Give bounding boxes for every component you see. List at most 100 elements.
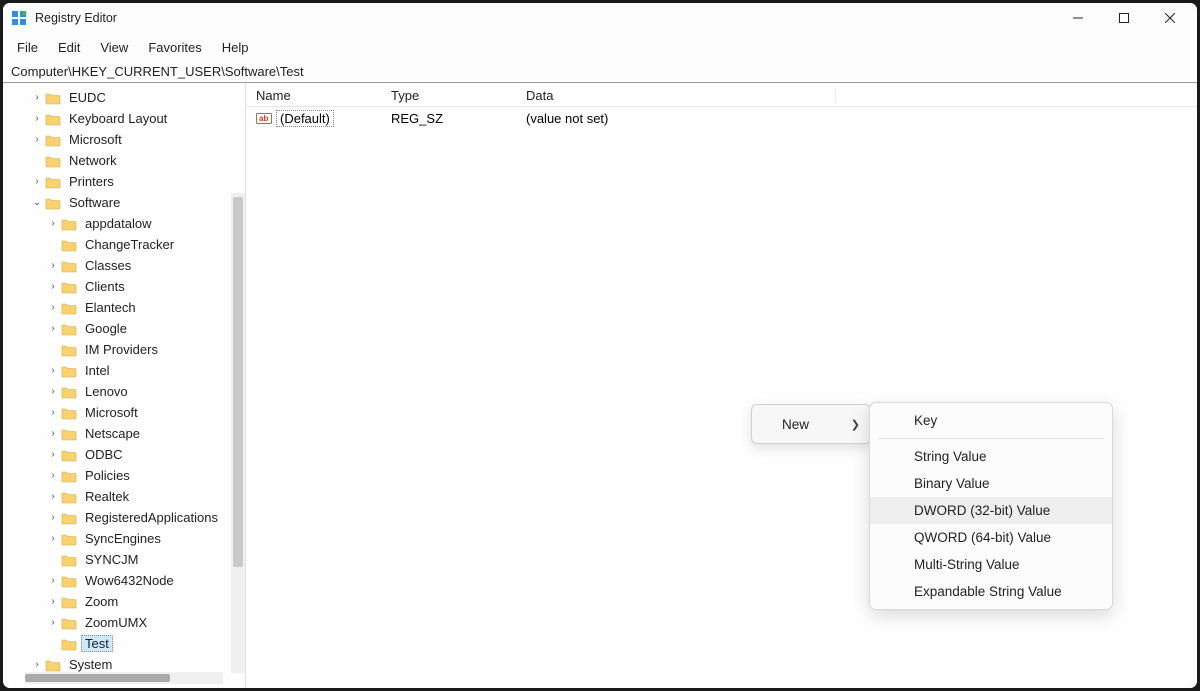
expand-icon[interactable]: › [29, 113, 45, 124]
tree-item[interactable]: SYNCJM [3, 549, 245, 570]
values-pane[interactable]: Name Type Data ab (Default) REG_SZ (valu… [246, 83, 1197, 688]
submenu-item-expandablestring-value[interactable]: Expandable String Value [870, 578, 1112, 605]
tree-item[interactable]: ›Intel [3, 360, 245, 381]
value-data: (value not set) [516, 111, 836, 126]
tree-item-label: Zoom [81, 594, 122, 609]
expand-icon[interactable]: › [45, 281, 61, 292]
tree-item[interactable]: ›RegisteredApplications [3, 507, 245, 528]
menu-help[interactable]: Help [212, 36, 259, 59]
expand-icon[interactable]: › [45, 428, 61, 439]
expand-icon[interactable]: › [45, 491, 61, 502]
menu-favorites[interactable]: Favorites [138, 36, 211, 59]
tree-item[interactable]: Test [3, 633, 245, 654]
tree-item[interactable]: ›Wow6432Node [3, 570, 245, 591]
context-menu-new[interactable]: New ❯ [752, 409, 870, 439]
expand-icon[interactable]: › [29, 176, 45, 187]
expand-icon[interactable]: › [45, 470, 61, 481]
value-row[interactable]: ab (Default) REG_SZ (value not set) [246, 107, 1197, 129]
tree-item[interactable]: › Classes [3, 255, 245, 276]
close-button[interactable] [1147, 3, 1193, 33]
menu-view[interactable]: View [90, 36, 138, 59]
column-name[interactable]: Name [246, 88, 381, 103]
maximize-button[interactable] [1101, 3, 1147, 33]
submenu-item-key[interactable]: Key [870, 407, 1112, 434]
folder-icon [61, 574, 77, 588]
context-submenu-new: Key String Value Binary Value DWORD (32-… [869, 402, 1113, 610]
tree-item[interactable]: › appdatalow [3, 213, 245, 234]
tree-item[interactable]: › Zoom [3, 591, 245, 612]
address-bar[interactable]: Computer\HKEY_CURRENT_USER\Software\Test [3, 61, 1197, 83]
tree-item[interactable]: ›EUDC [3, 87, 245, 108]
tree-item[interactable]: ›SyncEngines [3, 528, 245, 549]
tree-item-label: Network [65, 153, 121, 168]
folder-icon [61, 469, 77, 483]
collapse-icon[interactable]: ⌄ [29, 197, 45, 208]
folder-icon [45, 91, 61, 105]
expand-icon[interactable]: › [45, 323, 61, 334]
expand-icon[interactable]: › [45, 449, 61, 460]
submenu-label: DWORD (32-bit) Value [914, 503, 1050, 518]
address-text: Computer\HKEY_CURRENT_USER\Software\Test [11, 64, 304, 79]
submenu-item-binary-value[interactable]: Binary Value [870, 470, 1112, 497]
tree-item[interactable]: IM Providers [3, 339, 245, 360]
column-type[interactable]: Type [381, 88, 516, 103]
expand-icon[interactable]: › [29, 92, 45, 103]
expand-icon[interactable]: › [29, 659, 45, 670]
tree-item[interactable]: ›Printers [3, 171, 245, 192]
minimize-button[interactable] [1055, 3, 1101, 33]
expand-icon[interactable]: › [45, 533, 61, 544]
tree-item[interactable]: ›Google [3, 318, 245, 339]
folder-icon [61, 406, 77, 420]
tree-item[interactable]: ›Lenovo [3, 381, 245, 402]
expand-icon[interactable]: › [45, 596, 61, 607]
folder-icon [61, 343, 77, 357]
tree-item[interactable]: ChangeTracker [3, 234, 245, 255]
folder-icon [61, 637, 77, 651]
submenu-label: Expandable String Value [914, 584, 1062, 599]
tree-item[interactable]: › ODBC [3, 444, 245, 465]
column-data[interactable]: Data [516, 88, 836, 103]
tree-item[interactable]: ›Microsoft [3, 129, 245, 150]
expand-icon[interactable]: › [29, 134, 45, 145]
folder-icon [61, 532, 77, 546]
tree-item-label: Classes [81, 258, 135, 273]
submenu-label: QWORD (64-bit) Value [914, 530, 1051, 545]
tree-pane: ›EUDC›Keyboard Layout›MicrosoftNetwork›P… [3, 83, 246, 688]
tree-item-label: ODBC [81, 447, 127, 462]
tree-item-label: IM Providers [81, 342, 162, 357]
tree-item-label: System [65, 657, 116, 672]
tree-item-label: appdatalow [81, 216, 156, 231]
expand-icon[interactable]: › [45, 386, 61, 397]
tree-scrollbar-thumb-horizontal[interactable] [25, 674, 170, 682]
folder-icon [61, 322, 77, 336]
submenu-item-string-value[interactable]: String Value [870, 443, 1112, 470]
tree-item[interactable]: › Policies [3, 465, 245, 486]
registry-tree[interactable]: ›EUDC›Keyboard Layout›MicrosoftNetwork›P… [3, 83, 245, 688]
expand-icon[interactable]: › [45, 617, 61, 628]
tree-item[interactable]: Network [3, 150, 245, 171]
tree-scrollbar-thumb-vertical[interactable] [233, 197, 243, 567]
tree-scrollbar-vertical[interactable] [231, 193, 245, 673]
submenu-item-qword-value[interactable]: QWORD (64-bit) Value [870, 524, 1112, 551]
expand-icon[interactable]: › [45, 365, 61, 376]
tree-scrollbar-horizontal[interactable] [25, 672, 223, 684]
submenu-item-multistring-value[interactable]: Multi-String Value [870, 551, 1112, 578]
tree-item[interactable]: ›Realtek [3, 486, 245, 507]
tree-item[interactable]: ›Elantech [3, 297, 245, 318]
expand-icon[interactable]: › [45, 302, 61, 313]
tree-item[interactable]: ›Clients [3, 276, 245, 297]
tree-item[interactable]: ›Keyboard Layout [3, 108, 245, 129]
expand-icon[interactable]: › [45, 512, 61, 523]
tree-item[interactable]: ›Microsoft [3, 402, 245, 423]
tree-item-label: Policies [81, 468, 134, 483]
expand-icon[interactable]: › [45, 260, 61, 271]
menu-edit[interactable]: Edit [48, 36, 90, 59]
menu-file[interactable]: File [7, 36, 48, 59]
submenu-item-dword-value[interactable]: DWORD (32-bit) Value [870, 497, 1112, 524]
expand-icon[interactable]: › [45, 575, 61, 586]
tree-item[interactable]: ›ZoomUMX [3, 612, 245, 633]
tree-item[interactable]: ›Netscape [3, 423, 245, 444]
expand-icon[interactable]: › [45, 218, 61, 229]
tree-item[interactable]: ⌄Software [3, 192, 245, 213]
expand-icon[interactable]: › [45, 407, 61, 418]
